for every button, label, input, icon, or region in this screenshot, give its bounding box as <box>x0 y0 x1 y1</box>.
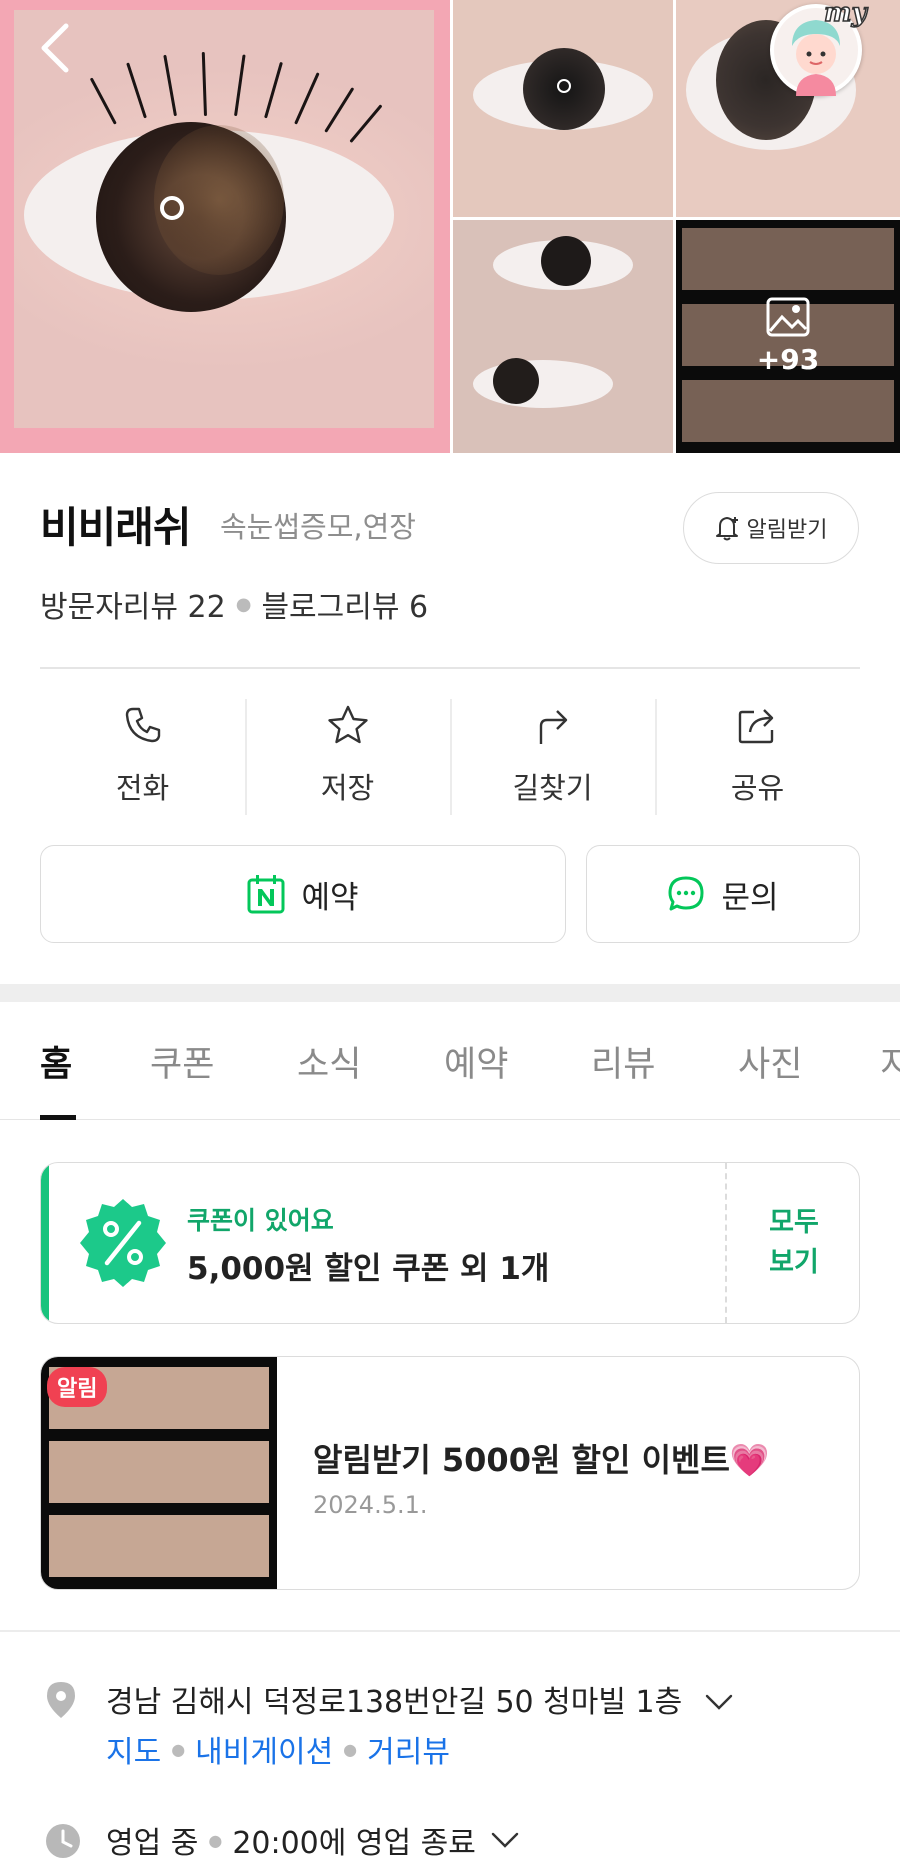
street-view-link[interactable]: 거리뷰 <box>367 1727 450 1771</box>
share-icon <box>738 709 773 744</box>
call-button[interactable]: 전화 <box>40 695 245 815</box>
chat-bubble-icon <box>668 876 704 911</box>
tab-coupon[interactable]: 쿠폰 <box>150 1002 214 1119</box>
tab-news[interactable]: 소식 <box>297 1002 361 1119</box>
percent-badge-icon <box>80 1199 166 1287</box>
notify-label: 알림받기 <box>746 518 828 543</box>
tab-review[interactable]: 리뷰 <box>591 1002 655 1119</box>
review-summary: 방문자리뷰 22 ● 블로그리뷰 6 <box>40 582 428 626</box>
photo-gallery[interactable]: +93 my <box>0 0 900 453</box>
coupon-headline: 쿠폰이 있어요 <box>187 1206 334 1235</box>
tab-reservation[interactable]: 예약 <box>444 1002 508 1119</box>
coupon-dashed-separator <box>725 1163 727 1323</box>
business-hours-row[interactable]: 영업 중 ● 20:00에 영업 종료 <box>106 1818 520 1862</box>
action-row: 전화 저장 길찾기 공유 <box>40 695 860 815</box>
chevron-down-icon <box>491 1832 519 1848</box>
location-pin-icon <box>47 1682 75 1718</box>
inquiry-label: 문의 <box>721 879 779 916</box>
naver-calendar-icon <box>247 875 285 914</box>
navigation-link[interactable]: 내비게이션 <box>195 1727 333 1771</box>
reserve-button[interactable]: 예약 <box>40 845 566 943</box>
open-status: 영업 중 <box>106 1826 199 1861</box>
tab-home[interactable]: 홈 <box>40 1002 72 1119</box>
divider <box>40 667 860 669</box>
gallery-photo-2[interactable] <box>453 0 673 217</box>
address-text: 경남 김해시 덕정로138번안길 50 청마빌 1층 <box>106 1685 683 1720</box>
more-photos-count: +93 <box>756 343 820 376</box>
section-divider <box>0 984 900 1002</box>
news-thumbnail: 알림 <box>41 1357 277 1589</box>
news-date: 2024.5.1. <box>313 1491 428 1519</box>
directions-label: 길찾기 <box>512 771 593 805</box>
clock-icon <box>46 1824 80 1858</box>
visitor-reviews-link[interactable]: 방문자리뷰 22 <box>40 582 226 626</box>
inquiry-button[interactable]: 문의 <box>586 845 860 943</box>
gallery-photo-4[interactable] <box>453 220 673 453</box>
directions-icon <box>539 710 567 744</box>
see-all-line1: 모두 <box>769 1207 819 1238</box>
chevron-down-icon <box>705 1694 732 1710</box>
coupon-accent-bar <box>41 1163 49 1323</box>
my-label: my <box>823 0 867 29</box>
news-tag: 알림 <box>47 1367 108 1407</box>
chevron-left-icon <box>41 23 69 73</box>
news-card[interactable]: 알림 알림받기 5000원 할인 이벤트💗 2024.5.1. <box>40 1356 860 1590</box>
divider <box>0 1630 900 1632</box>
tab-overflow[interactable]: 지 <box>880 1002 900 1119</box>
share-button[interactable]: 공유 <box>655 695 860 815</box>
separator-dot: ● <box>208 1830 223 1850</box>
blog-reviews-link[interactable]: 블로그리뷰 6 <box>261 582 428 626</box>
call-label: 전화 <box>115 771 170 805</box>
tab-bar: 홈 쿠폰 소식 예약 리뷰 사진 지 <box>0 1002 900 1120</box>
news-title: 알림받기 5000원 할인 이벤트💗 <box>313 1441 770 1479</box>
save-button[interactable]: 저장 <box>245 695 450 815</box>
share-label: 공유 <box>730 771 785 805</box>
tab-photo[interactable]: 사진 <box>738 1002 802 1119</box>
separator-dot: ● <box>235 593 252 615</box>
closing-time: 20:00에 영업 종료 <box>232 1826 476 1861</box>
place-name: 비비래쉬 <box>40 503 192 552</box>
coupon-see-all-button[interactable]: 모두 보기 <box>739 1203 849 1283</box>
directions-button[interactable]: 길찾기 <box>450 695 655 815</box>
map-link[interactable]: 지도 <box>106 1727 161 1771</box>
address-links: 지도 ● 내비게이션 ● 거리뷰 <box>106 1727 450 1771</box>
bell-plus-icon <box>715 517 738 541</box>
notify-button[interactable]: 알림받기 <box>683 492 859 564</box>
phone-icon <box>125 707 160 743</box>
active-tab-indicator <box>40 1115 76 1120</box>
my-profile-button[interactable]: my <box>770 0 867 96</box>
gallery-photo-more[interactable]: +93 <box>676 220 900 453</box>
place-category: 속눈썹증모,연장 <box>220 510 416 544</box>
separator-dot: ● <box>171 1739 186 1759</box>
separator-dot: ● <box>343 1739 358 1759</box>
coupon-detail: 5,000원 할인 쿠폰 외 1개 <box>187 1251 550 1287</box>
coupon-card[interactable]: 쿠폰이 있어요 5,000원 할인 쿠폰 외 1개 모두 보기 <box>40 1162 860 1324</box>
more-photos-overlay[interactable]: +93 <box>676 220 900 453</box>
image-icon <box>766 297 810 337</box>
star-icon <box>327 705 368 744</box>
reserve-label: 예약 <box>301 879 359 916</box>
address-row[interactable]: 경남 김해시 덕정로138번안길 50 청마빌 1층 <box>106 1677 734 1721</box>
back-button[interactable] <box>30 18 80 78</box>
save-label: 저장 <box>320 771 375 805</box>
see-all-line2: 보기 <box>769 1247 819 1278</box>
